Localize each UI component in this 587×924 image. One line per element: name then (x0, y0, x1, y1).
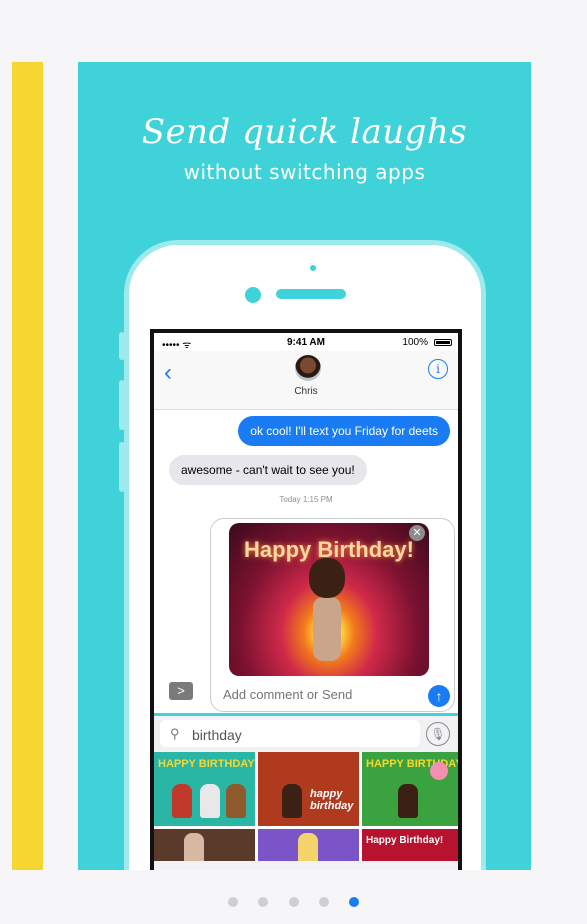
comment-input[interactable] (221, 683, 421, 705)
gif-character-figure (200, 784, 220, 818)
carousel-dot-4[interactable] (318, 897, 329, 907)
contact-name[interactable]: Chris (154, 386, 458, 397)
search-icon: ⚲ (170, 726, 180, 741)
gif-dancer-figure (313, 597, 341, 661)
gif-character-figure (398, 784, 418, 818)
battery-icon (434, 339, 452, 346)
gif-results-grid: HAPPY BIRTHDAY happy birthday HAPPY BIRT… (154, 752, 458, 870)
message-timestamp: Today 1:15 PM (279, 495, 333, 504)
conversation-header: ‹ Chris i (154, 351, 458, 410)
send-icon[interactable]: ↑ (428, 685, 450, 707)
promo-subhead: without switching apps (183, 160, 426, 184)
carousel-dot-1[interactable] (227, 897, 238, 907)
gif-result-label: happy birthday (310, 788, 354, 812)
phone-mockup: ••••• ᯤ 9:41 AM 100% ‹ Chris i ok cool! … (124, 240, 486, 870)
earpiece-speaker (276, 289, 346, 299)
gif-character-figure (172, 784, 192, 818)
app-page-dots[interactable]: ●●●●●●●● (274, 869, 329, 870)
gif-result-label: HAPPY BIRTHDAY (158, 758, 255, 770)
gif-result-3[interactable]: HAPPY BIRTHDAY (362, 752, 458, 826)
microphone-icon[interactable]: 🎙 (426, 722, 450, 746)
gif-character-figure (226, 784, 246, 818)
carousel-dot-2[interactable] (258, 897, 269, 907)
gif-character-figure (282, 784, 302, 818)
carousel-dot-3[interactable] (288, 897, 299, 907)
search-input[interactable] (190, 724, 414, 746)
front-camera (310, 265, 316, 271)
info-icon[interactable]: i (428, 359, 448, 379)
remove-gif-icon[interactable]: ✕ (409, 525, 425, 541)
battery-percent: 100% (402, 337, 428, 348)
gif-preview[interactable]: Happy Birthday! ✕ (229, 523, 429, 676)
app-strip: ●●●●●●●● (154, 861, 458, 870)
carousel-dot-5[interactable] (349, 897, 360, 907)
outgoing-message: ok cool! I'll text you Friday for deets (238, 416, 450, 446)
gif-result-label: Happy Birthday! (366, 835, 444, 846)
sensor (245, 287, 261, 303)
carousel-pagination (0, 894, 587, 912)
status-bar: ••••• ᯤ 9:41 AM 100% (154, 337, 458, 351)
balloon-icon (430, 762, 448, 780)
phone-screen: ••••• ᯤ 9:41 AM 100% ‹ Chris i ok cool! … (150, 329, 462, 870)
gif-result-1[interactable]: HAPPY BIRTHDAY (154, 752, 255, 826)
gif-result-2[interactable]: happy birthday (258, 752, 359, 826)
avatar[interactable] (295, 355, 321, 381)
promo-card: Send quick laughs without switching apps… (78, 62, 531, 870)
back-icon[interactable]: ‹ (164, 361, 172, 385)
incoming-message: awesome - can't wait to see you! (169, 455, 367, 485)
previous-card[interactable] (12, 62, 43, 870)
gif-dancer-head (309, 558, 345, 598)
gif-search-bar: ⚲ 🎙 (154, 716, 458, 752)
compose-box[interactable]: Happy Birthday! ✕ ↑ (210, 518, 455, 712)
promo-headline: Send quick laughs (141, 112, 468, 152)
search-box[interactable]: ⚲ (160, 720, 420, 747)
app-drawer-icon[interactable]: > (169, 682, 193, 700)
